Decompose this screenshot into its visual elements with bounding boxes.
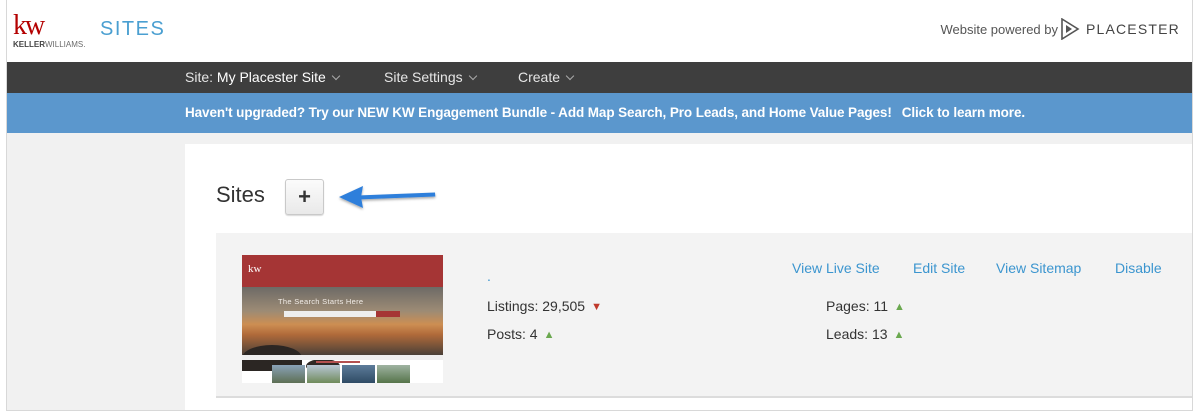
site-selector-prefix: Site:	[185, 69, 214, 85]
view-live-site-link[interactable]: View Live Site	[792, 260, 880, 276]
listings-label: Listings:	[487, 298, 539, 314]
app-title: SITES	[100, 18, 166, 40]
site-settings-menu[interactable]: Site Settings	[384, 62, 477, 93]
logo-mark: kw	[13, 10, 45, 41]
thumbnail-section-rule	[316, 361, 360, 363]
listings-stat: Listings: 29,505 ▼	[487, 298, 602, 314]
placester-wordmark: PLACESTER	[1085, 21, 1180, 37]
thumbnail-logo: kw	[248, 263, 262, 275]
edit-site-link[interactable]: Edit Site	[913, 260, 965, 276]
add-site-button[interactable]: +	[285, 179, 324, 215]
powered-by-text: Website powered by	[940, 22, 1058, 37]
chevron-down-icon	[331, 71, 341, 81]
leads-value: 13	[871, 326, 888, 342]
logo-wordmark-rest: WILLIAMS.	[45, 40, 86, 49]
thumbnail-photo	[307, 365, 340, 383]
thumbnail-strip	[242, 355, 443, 360]
chevron-down-icon	[468, 71, 477, 81]
pages-label: Pages:	[826, 298, 870, 314]
thumbnail-photo	[272, 365, 305, 383]
listings-value: 29,505	[542, 298, 586, 314]
triangle-up-icon: ▲	[893, 329, 905, 341]
leads-stat: Leads: 13 ▲	[826, 326, 904, 342]
posts-value: 4	[529, 326, 538, 342]
app-window: kw KELLERWILLIAMS. SITES Website powered…	[6, 0, 1193, 411]
top-header: kw KELLERWILLIAMS. SITES Website powered…	[7, 0, 1192, 62]
thumbnail-search-button	[376, 311, 400, 317]
thumbnail-headline: The Search Starts Here	[278, 297, 364, 306]
thumbnail-search-bar	[284, 311, 376, 317]
logo-wordmark: KELLERWILLIAMS.	[13, 40, 85, 49]
posts-label: Posts:	[487, 326, 526, 342]
leads-label: Leads:	[826, 326, 869, 342]
create-label: Create	[518, 69, 561, 85]
site-selector-name: My Placester Site	[216, 69, 326, 85]
triangle-up-icon: ▲	[543, 329, 555, 341]
site-settings-label: Site Settings	[384, 69, 463, 85]
site-selector-dropdown[interactable]: Site: My Placester Site	[185, 62, 341, 93]
view-sitemap-link[interactable]: View Sitemap	[996, 260, 1081, 276]
thumbnail-photo	[377, 365, 410, 383]
pages-value: 11	[873, 298, 889, 314]
disable-site-link[interactable]: Disable	[1115, 260, 1162, 276]
sites-heading: Sites	[216, 182, 265, 207]
posts-stat: Posts: 4 ▲	[487, 326, 554, 342]
logo-wordmark-bold: KELLER	[13, 40, 45, 49]
main-nav: Site: My Placester Site Site Settings Cr…	[7, 62, 1192, 93]
placester-logo[interactable]: PLACESTER	[1060, 18, 1180, 40]
pages-stat: Pages: 11 ▲	[826, 298, 905, 314]
site-card: kw The Search Starts Here . Listings: 29…	[216, 233, 1192, 398]
triangle-up-icon: ▲	[894, 301, 905, 313]
banner-content: Haven't upgraded? Try our NEW KW Engagem…	[185, 93, 1025, 133]
banner-message: Haven't upgraded? Try our NEW KW Engagem…	[185, 105, 892, 120]
site-name-link[interactable]: .	[487, 268, 491, 284]
thumbnail-header: kw	[242, 255, 443, 287]
thumbnail-photo	[342, 365, 375, 383]
placester-play-icon	[1061, 18, 1080, 40]
arrow-left-icon	[339, 186, 436, 208]
create-menu[interactable]: Create	[518, 62, 575, 93]
upgrade-banner: Haven't upgraded? Try our NEW KW Engagem…	[7, 93, 1192, 133]
chevron-down-icon	[565, 71, 575, 81]
keller-williams-logo[interactable]: kw KELLERWILLIAMS.	[13, 10, 85, 50]
site-thumbnail[interactable]: kw The Search Starts Here	[242, 255, 443, 383]
banner-learn-more-link[interactable]: Click to learn more.	[902, 105, 1025, 120]
plus-icon: +	[298, 184, 311, 209]
triangle-down-icon: ▼	[591, 301, 602, 313]
